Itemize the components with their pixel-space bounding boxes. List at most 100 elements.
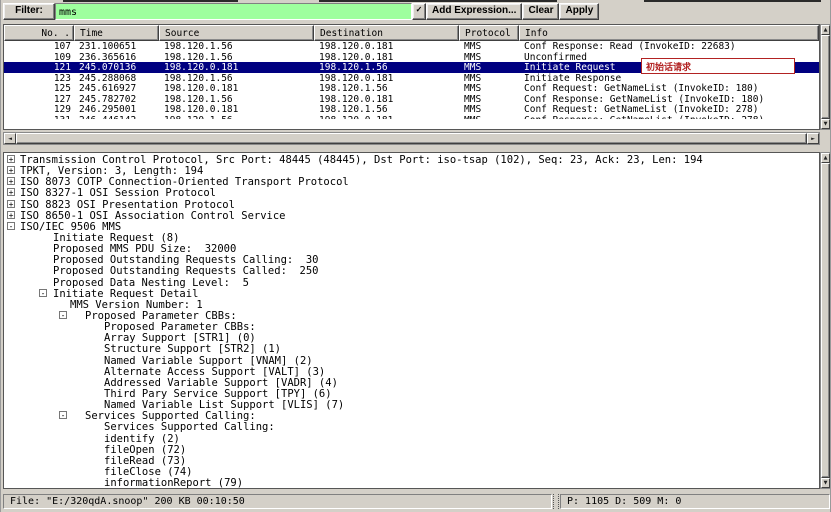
detail-line[interactable]: fileRead (73)	[4, 455, 819, 466]
column-header-time[interactable]: Time	[74, 25, 159, 41]
cell-source: 198.120.1.56	[159, 94, 314, 105]
detail-line[interactable]: identify (2)	[4, 433, 819, 444]
detail-line[interactable]: Initiate Request (8)	[4, 232, 819, 243]
cell-source: 198.120.1.56	[159, 115, 314, 120]
cell-no: 125	[4, 83, 74, 94]
detail-line[interactable]: Services Supported Calling:	[4, 421, 819, 432]
detail-line[interactable]: Proposed Outstanding Requests Calling: 3…	[4, 254, 819, 265]
cell-protocol: MMS	[459, 41, 519, 52]
detail-line[interactable]: Proposed Outstanding Requests Called: 25…	[4, 265, 819, 276]
detail-line[interactable]: +ISO 8823 OSI Presentation Protocol	[4, 199, 819, 210]
scroll-thumb[interactable]	[821, 163, 830, 478]
expand-icon[interactable]: +	[7, 155, 15, 163]
scroll-right-icon[interactable]: ►	[807, 133, 819, 144]
cell-source: 198.120.0.181	[159, 62, 314, 73]
clear-button[interactable]: Clear	[522, 3, 559, 20]
detail-line[interactable]: +ISO 8073 COTP Connection-Oriented Trans…	[4, 176, 819, 187]
column-header-source[interactable]: Source	[159, 25, 314, 41]
scroll-left-icon[interactable]: ◄	[4, 133, 16, 144]
column-header-info[interactable]: Info	[519, 25, 819, 41]
apply-button[interactable]: Apply	[559, 3, 599, 20]
detail-line[interactable]: Proposed Parameter CBBs:	[4, 321, 819, 332]
expand-icon[interactable]: +	[7, 188, 15, 196]
cell-no: 131	[4, 115, 74, 120]
cell-time: 245.782702	[74, 94, 159, 105]
detail-line[interactable]: fileClose (74)	[4, 466, 819, 477]
detail-line[interactable]: informationReport (79)	[4, 477, 819, 488]
expand-icon[interactable]: +	[7, 200, 15, 208]
packet-row[interactable]: 127245.782702198.120.1.56198.120.0.181MM…	[4, 94, 819, 105]
annotation-callout: 初始话请求	[641, 58, 795, 74]
cell-destination: 198.120.1.56	[314, 104, 459, 115]
packet-row[interactable]: 107231.100651198.120.1.56198.120.0.181MM…	[4, 41, 819, 52]
status-packet-counts: P: 1105 D: 509 M: 0	[560, 494, 830, 509]
column-header-protocol[interactable]: Protocol	[459, 25, 519, 41]
cell-info: Conf Response: Read (InvokeID: 22683)	[519, 41, 819, 52]
filter-check-icon[interactable]: ✓	[412, 3, 426, 20]
detail-line[interactable]: MMS Version Number: 1	[4, 299, 819, 310]
detail-line[interactable]: fileOpen (72)	[4, 444, 819, 455]
detail-line[interactable]: +TPKT, Version: 3, Length: 194	[4, 165, 819, 176]
packet-row[interactable]: 123245.288068198.120.1.56198.120.0.181MM…	[4, 73, 819, 84]
detail-line[interactable]: Structure Support [STR2] (1)	[4, 343, 819, 354]
column-header-destination[interactable]: Destination	[314, 25, 459, 41]
packet-row[interactable]: 129246.295001198.120.0.181198.120.1.56MM…	[4, 104, 819, 115]
detail-line[interactable]: +ISO 8650-1 OSI Association Control Serv…	[4, 210, 819, 221]
detail-line[interactable]: -Services Supported Calling:	[4, 410, 819, 421]
detail-line[interactable]: Named Variable List Support [VLIS] (7)	[4, 399, 819, 410]
scroll-down-icon[interactable]: ▼	[821, 478, 830, 488]
detail-text: informationReport (79)	[104, 477, 243, 489]
window-edge-artifact	[63, 0, 238, 2]
detail-line[interactable]: Alternate Access Support [VALT] (3)	[4, 366, 819, 377]
detail-line[interactable]: +ISO 8327-1 OSI Session Protocol	[4, 187, 819, 198]
cell-source: 198.120.0.181	[159, 83, 314, 94]
detail-line[interactable]: Proposed Data Nesting Level: 5	[4, 277, 819, 288]
collapse-icon[interactable]: -	[59, 311, 67, 319]
detail-line[interactable]: -Initiate Request Detail	[4, 288, 819, 299]
collapse-icon[interactable]: -	[59, 411, 67, 419]
scroll-up-icon[interactable]: ▲	[821, 25, 830, 35]
statusbar-resize-grip[interactable]	[553, 494, 559, 509]
cell-source: 198.120.1.56	[159, 73, 314, 84]
status-bar: File: "E:/320qdA.snoop" 200 KB 00:10:50 …	[3, 494, 830, 509]
cell-protocol: MMS	[459, 115, 519, 120]
window-edge-artifact	[319, 0, 557, 2]
cell-protocol: MMS	[459, 104, 519, 115]
add-expression-button[interactable]: Add Expression...	[426, 3, 522, 20]
expand-icon[interactable]: +	[7, 211, 15, 219]
detail-line[interactable]: Named Variable Support [VNAM] (2)	[4, 355, 819, 366]
scroll-thumb[interactable]	[821, 35, 830, 119]
cell-destination: 198.120.0.181	[314, 52, 459, 63]
expand-icon[interactable]: +	[7, 166, 15, 174]
cell-time: 245.616927	[74, 83, 159, 94]
packet-analyzer-window: Filter: ✓ Add Expression... Clear Apply …	[0, 0, 831, 512]
collapse-icon[interactable]: -	[7, 222, 15, 230]
cell-info: Conf Response: GetNameList (InvokeID: 27…	[519, 115, 819, 120]
detail-line[interactable]: -Proposed Parameter CBBs:	[4, 310, 819, 321]
scroll-up-icon[interactable]: ▲	[821, 153, 830, 163]
detail-line[interactable]: Addressed Variable Support [VADR] (4)	[4, 377, 819, 388]
cell-no: 109	[4, 52, 74, 63]
cell-protocol: MMS	[459, 73, 519, 84]
packet-row-partial[interactable]: 131246.446142198.120.1.56198.120.0.181MM…	[4, 115, 819, 120]
detail-line[interactable]: Third Pary Service Support [TPY] (6)	[4, 388, 819, 399]
cell-protocol: MMS	[459, 52, 519, 63]
cell-no: 127	[4, 94, 74, 105]
scroll-down-icon[interactable]: ▼	[821, 119, 830, 129]
detail-line[interactable]: Proposed MMS PDU Size: 32000	[4, 243, 819, 254]
filter-toolbar: Filter: ✓ Add Expression... Clear Apply	[3, 3, 830, 20]
detail-line[interactable]: Array Support [STR1] (0)	[4, 332, 819, 343]
detail-line[interactable]: -ISO/IEC 9506 MMS	[4, 221, 819, 232]
packet-row[interactable]: 125245.616927198.120.0.181198.120.1.56MM…	[4, 83, 819, 94]
collapse-icon[interactable]: -	[39, 289, 47, 297]
filter-input[interactable]	[55, 3, 412, 20]
column-header-no[interactable]: No. .	[4, 25, 74, 41]
cell-source: 198.120.1.56	[159, 41, 314, 52]
detail-line[interactable]: +Transmission Control Protocol, Src Port…	[4, 154, 819, 165]
scroll-thumb[interactable]	[16, 133, 807, 144]
packet-list-vscrollbar[interactable]: ▲ ▼	[820, 24, 831, 130]
expand-icon[interactable]: +	[7, 177, 15, 185]
packet-list-hscrollbar[interactable]: ◄ ►	[3, 132, 820, 145]
detail-vscrollbar[interactable]: ▲ ▼	[820, 152, 831, 489]
filter-button[interactable]: Filter:	[3, 3, 55, 20]
